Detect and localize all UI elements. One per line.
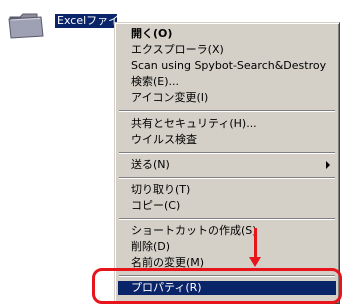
submenu-arrow-icon — [326, 161, 330, 169]
menu-separator — [119, 152, 335, 154]
menu-item-copy[interactable]: コピー(C) — [118, 199, 336, 213]
menu-item-delete[interactable]: 削除(D) — [118, 240, 336, 254]
menu-separator — [119, 110, 335, 112]
menu-item-create-shortcut[interactable]: ショートカットの作成(S) — [118, 224, 336, 238]
folder-label[interactable]: Excelファイル — [55, 14, 117, 28]
menu-separator — [119, 218, 335, 220]
menu-item-spybot-scan[interactable]: Scan using Spybot-Search&Destroy — [118, 59, 336, 73]
menu-item-virus-scan[interactable]: ウイルス検査 — [118, 133, 336, 147]
arrow-head-icon — [249, 257, 261, 267]
menu-item-cut[interactable]: 切り取り(T) — [118, 183, 336, 197]
down-arrow-icon — [254, 228, 257, 258]
highlight-box — [92, 268, 342, 304]
menu-item-sharing-security[interactable]: 共有とセキュリティ(H)... — [118, 117, 336, 131]
menu-item-explorer[interactable]: エクスプローラ(X) — [118, 43, 336, 57]
menu-item-send-to-label: 送る(N) — [131, 158, 170, 171]
folder-icon[interactable] — [7, 10, 45, 42]
menu-item-send-to[interactable]: 送る(N) — [118, 158, 336, 172]
menu-separator — [119, 177, 335, 179]
menu-item-change-icon[interactable]: アイコン変更(I) — [118, 91, 336, 105]
context-menu: 開く(O) エクスプローラ(X) Scan using Spybot-Searc… — [114, 22, 340, 304]
menu-item-open[interactable]: 開く(O) — [118, 27, 336, 41]
menu-item-search[interactable]: 検索(E)... — [118, 75, 336, 89]
